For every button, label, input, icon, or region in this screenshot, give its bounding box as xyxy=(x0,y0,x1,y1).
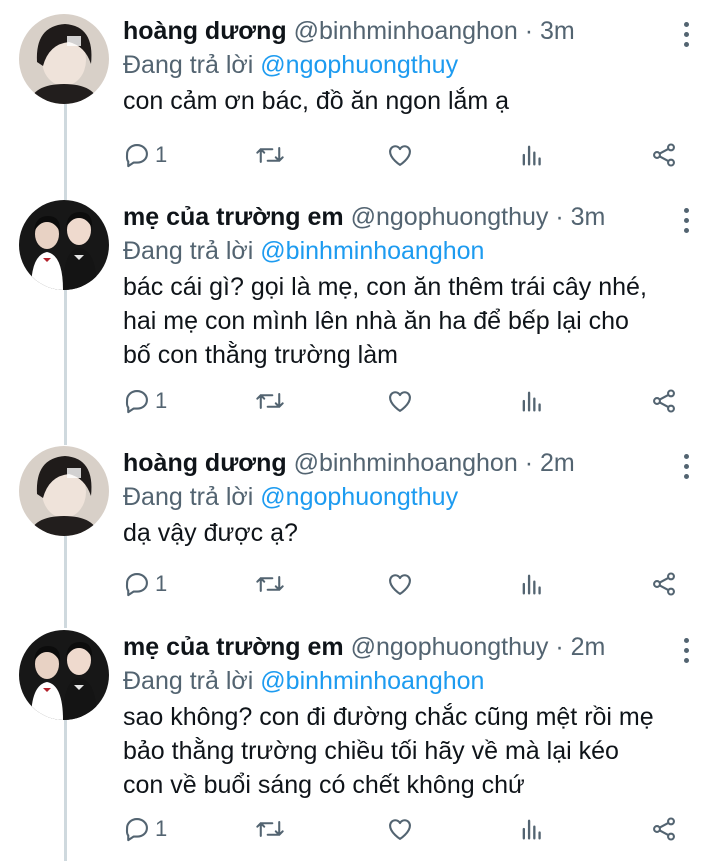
reply-button[interactable]: 1 xyxy=(123,135,167,175)
tweet-header: mẹ của trường em @ngophuongthuy · 3m xyxy=(123,200,670,234)
tweet[interactable]: hoàng dương @binhminhoanghon · 2m Đang t… xyxy=(0,436,720,622)
analytics-button[interactable] xyxy=(518,381,546,421)
retweet-icon xyxy=(255,815,285,843)
reply-count: 1 xyxy=(155,816,168,841)
share-button[interactable] xyxy=(650,809,678,849)
retweet-button[interactable] xyxy=(255,135,285,175)
replying-to: Đang trả lời @binhminhoanghon xyxy=(123,664,484,698)
replying-handle-link[interactable]: @binhminhoanghon xyxy=(260,237,484,265)
avatar[interactable] xyxy=(19,630,109,720)
share-icon xyxy=(650,570,678,598)
avatar[interactable] xyxy=(19,14,109,104)
like-button[interactable] xyxy=(386,135,414,175)
handle[interactable]: @ngophuongthuy xyxy=(351,203,549,231)
replying-prefix: Đang trả lời xyxy=(123,667,254,695)
tweet-actions: 1 xyxy=(0,381,720,421)
tweet-actions: 1 xyxy=(0,135,720,175)
tweet[interactable]: mẹ của trường em @ngophuongthuy · 3m Đan… xyxy=(0,190,720,440)
tweet[interactable]: hoàng dương @binhminhoanghon · 3m Đang t… xyxy=(0,4,720,194)
separator-dot: · xyxy=(524,449,534,477)
retweet-button[interactable] xyxy=(255,564,285,604)
tweet-actions: 1 xyxy=(0,564,720,604)
reply-button[interactable]: 1 xyxy=(123,564,167,604)
replying-prefix: Đang trả lời xyxy=(123,483,254,511)
reply-count: 1 xyxy=(155,142,168,167)
tweet-header: hoàng dương @binhminhoanghon · 3m xyxy=(123,14,670,48)
reply-icon xyxy=(123,570,151,598)
analytics-button[interactable] xyxy=(518,809,546,849)
avatar[interactable] xyxy=(19,200,109,290)
separator-dot: · xyxy=(555,633,564,661)
tweet-text: con cảm ơn bác, đồ ăn ngon lắm ạ xyxy=(123,87,510,115)
reply-icon xyxy=(123,815,151,843)
share-button[interactable] xyxy=(650,564,678,604)
like-button[interactable] xyxy=(386,809,414,849)
more-icon[interactable] xyxy=(682,638,690,668)
tweet[interactable]: mẹ của trường em @ngophuongthuy · 2m Đan… xyxy=(0,620,720,861)
analytics-icon xyxy=(518,815,546,843)
share-button[interactable] xyxy=(650,135,678,175)
reply-button[interactable]: 1 xyxy=(123,809,167,849)
timestamp[interactable]: 3m xyxy=(540,17,575,45)
separator-dot: · xyxy=(524,17,534,45)
analytics-button[interactable] xyxy=(518,135,546,175)
timestamp[interactable]: 2m xyxy=(540,449,575,477)
like-icon xyxy=(386,815,414,843)
tweet-header: hoàng dương @binhminhoanghon · 2m xyxy=(123,446,670,480)
handle[interactable]: @binhminhoanghon xyxy=(294,17,518,45)
share-button[interactable] xyxy=(650,381,678,421)
replying-to: Đang trả lời @binhminhoanghon xyxy=(123,234,484,268)
retweet-button[interactable] xyxy=(255,809,285,849)
retweet-button[interactable] xyxy=(255,381,285,421)
reply-count: 1 xyxy=(155,571,168,596)
timestamp[interactable]: 2m xyxy=(571,633,606,661)
analytics-icon xyxy=(518,570,546,598)
replying-to: Đang trả lời @ngophuongthuy xyxy=(123,48,458,82)
display-name[interactable]: mẹ của trường em xyxy=(123,633,344,661)
replying-to: Đang trả lời @ngophuongthuy xyxy=(123,480,458,514)
reply-count: 1 xyxy=(155,388,168,413)
more-icon[interactable] xyxy=(682,454,690,484)
avatar[interactable] xyxy=(19,446,109,536)
like-button[interactable] xyxy=(386,564,414,604)
display-name[interactable]: hoàng dương xyxy=(123,449,287,477)
retweet-icon xyxy=(255,570,285,598)
replying-handle-link[interactable]: @ngophuongthuy xyxy=(260,51,458,79)
analytics-icon xyxy=(518,141,546,169)
tweet-text: dạ vậy được ạ? xyxy=(123,519,298,547)
share-icon xyxy=(650,387,678,415)
more-icon[interactable] xyxy=(682,208,690,238)
share-icon xyxy=(650,815,678,843)
reply-icon xyxy=(123,387,151,415)
handle[interactable]: @binhminhoanghon xyxy=(294,449,518,477)
retweet-icon xyxy=(255,141,285,169)
like-icon xyxy=(386,141,414,169)
display-name[interactable]: mẹ của trường em xyxy=(123,203,344,231)
tweet-text: sao không? con đi đường chắc cũng mệt rồ… xyxy=(123,703,654,799)
handle[interactable]: @ngophuongthuy xyxy=(351,633,549,661)
replying-handle-link[interactable]: @binhminhoanghon xyxy=(260,667,484,695)
like-button[interactable] xyxy=(386,381,414,421)
separator-dot: · xyxy=(555,203,564,231)
reply-icon xyxy=(123,141,151,169)
more-icon[interactable] xyxy=(682,22,690,52)
tweet-actions: 1 xyxy=(0,809,720,849)
share-icon xyxy=(650,141,678,169)
display-name[interactable]: hoàng dương xyxy=(123,17,287,45)
tweet-text: bác cái gì? gọi là mẹ, con ăn thêm trái … xyxy=(123,273,647,369)
analytics-icon xyxy=(518,387,546,415)
reply-button[interactable]: 1 xyxy=(123,381,167,421)
like-icon xyxy=(386,570,414,598)
replying-prefix: Đang trả lời xyxy=(123,51,254,79)
like-icon xyxy=(386,387,414,415)
retweet-icon xyxy=(255,387,285,415)
replying-prefix: Đang trả lời xyxy=(123,237,254,265)
analytics-button[interactable] xyxy=(518,564,546,604)
replying-handle-link[interactable]: @ngophuongthuy xyxy=(260,483,458,511)
timestamp[interactable]: 3m xyxy=(571,203,606,231)
tweet-header: mẹ của trường em @ngophuongthuy · 2m xyxy=(123,630,670,664)
